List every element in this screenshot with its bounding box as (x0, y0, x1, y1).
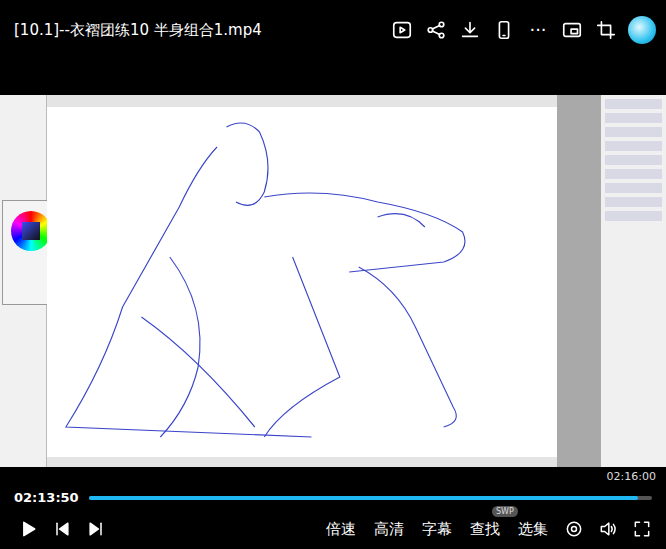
add-video-icon[interactable] (390, 18, 414, 42)
share-icon[interactable] (424, 18, 448, 42)
pip-icon[interactable] (560, 18, 584, 42)
control-label: 高清 (374, 518, 404, 541)
frame-layer-row (605, 155, 662, 165)
frame-layer-row (605, 183, 662, 193)
frame-layer-row (605, 127, 662, 137)
color-wheel-icon (11, 211, 51, 251)
previous-button[interactable] (52, 519, 72, 539)
play-button[interactable] (18, 519, 38, 539)
control-button[interactable]: 查找SWP (468, 518, 502, 541)
frame-layer-row (605, 99, 662, 109)
spacer (0, 60, 666, 95)
title-bar: [10.1]--衣褶团练10 半身组合1.mp4 ··· (0, 0, 666, 60)
frame-layer-row (605, 141, 662, 151)
progress-row: 02:13:50 02:16:00 (0, 467, 666, 515)
progress-track[interactable] (89, 496, 652, 500)
frame-layer-row (605, 211, 662, 221)
frame-canvas (47, 95, 557, 467)
fullscreen-icon[interactable] (632, 519, 652, 539)
video-frame (0, 95, 666, 467)
control-button[interactable]: 倍速 (324, 518, 358, 541)
target-icon[interactable] (564, 519, 584, 539)
download-icon[interactable] (458, 18, 482, 42)
current-time: 02:13:50 (14, 488, 79, 508)
phone-icon[interactable] (492, 18, 516, 42)
more-button[interactable]: ··· (526, 18, 550, 42)
control-button[interactable]: 选集 (516, 518, 550, 541)
frame-layer-row (605, 113, 662, 123)
control-label: 字幕 (422, 518, 452, 541)
frame-layer-row (605, 197, 662, 207)
volume-icon[interactable] (598, 519, 618, 539)
control-label: 倍速 (326, 518, 356, 541)
progress-fill (89, 496, 638, 500)
control-button[interactable]: 高清 (372, 518, 406, 541)
crop-icon[interactable] (594, 18, 618, 42)
total-time: 02:16:00 (607, 469, 656, 486)
control-badge: SWP (492, 506, 518, 518)
frame-layer-panel (600, 95, 666, 467)
video-player: [10.1]--衣褶团练10 半身组合1.mp4 ··· 02:13:50 02:16… (0, 0, 666, 549)
control-button[interactable]: 字幕 (420, 518, 454, 541)
control-label: 查找 (470, 518, 500, 541)
frame-toolbar (0, 95, 47, 467)
frame-gray-area (557, 95, 600, 467)
next-button[interactable] (86, 519, 106, 539)
control-label: 选集 (518, 518, 548, 541)
video-title: [10.1]--衣褶团练10 半身组合1.mp4 (14, 19, 380, 42)
control-bar: 倍速高清字幕查找SWP 选集 (0, 515, 666, 549)
avatar-icon[interactable] (628, 16, 656, 44)
frame-layer-row (605, 169, 662, 179)
